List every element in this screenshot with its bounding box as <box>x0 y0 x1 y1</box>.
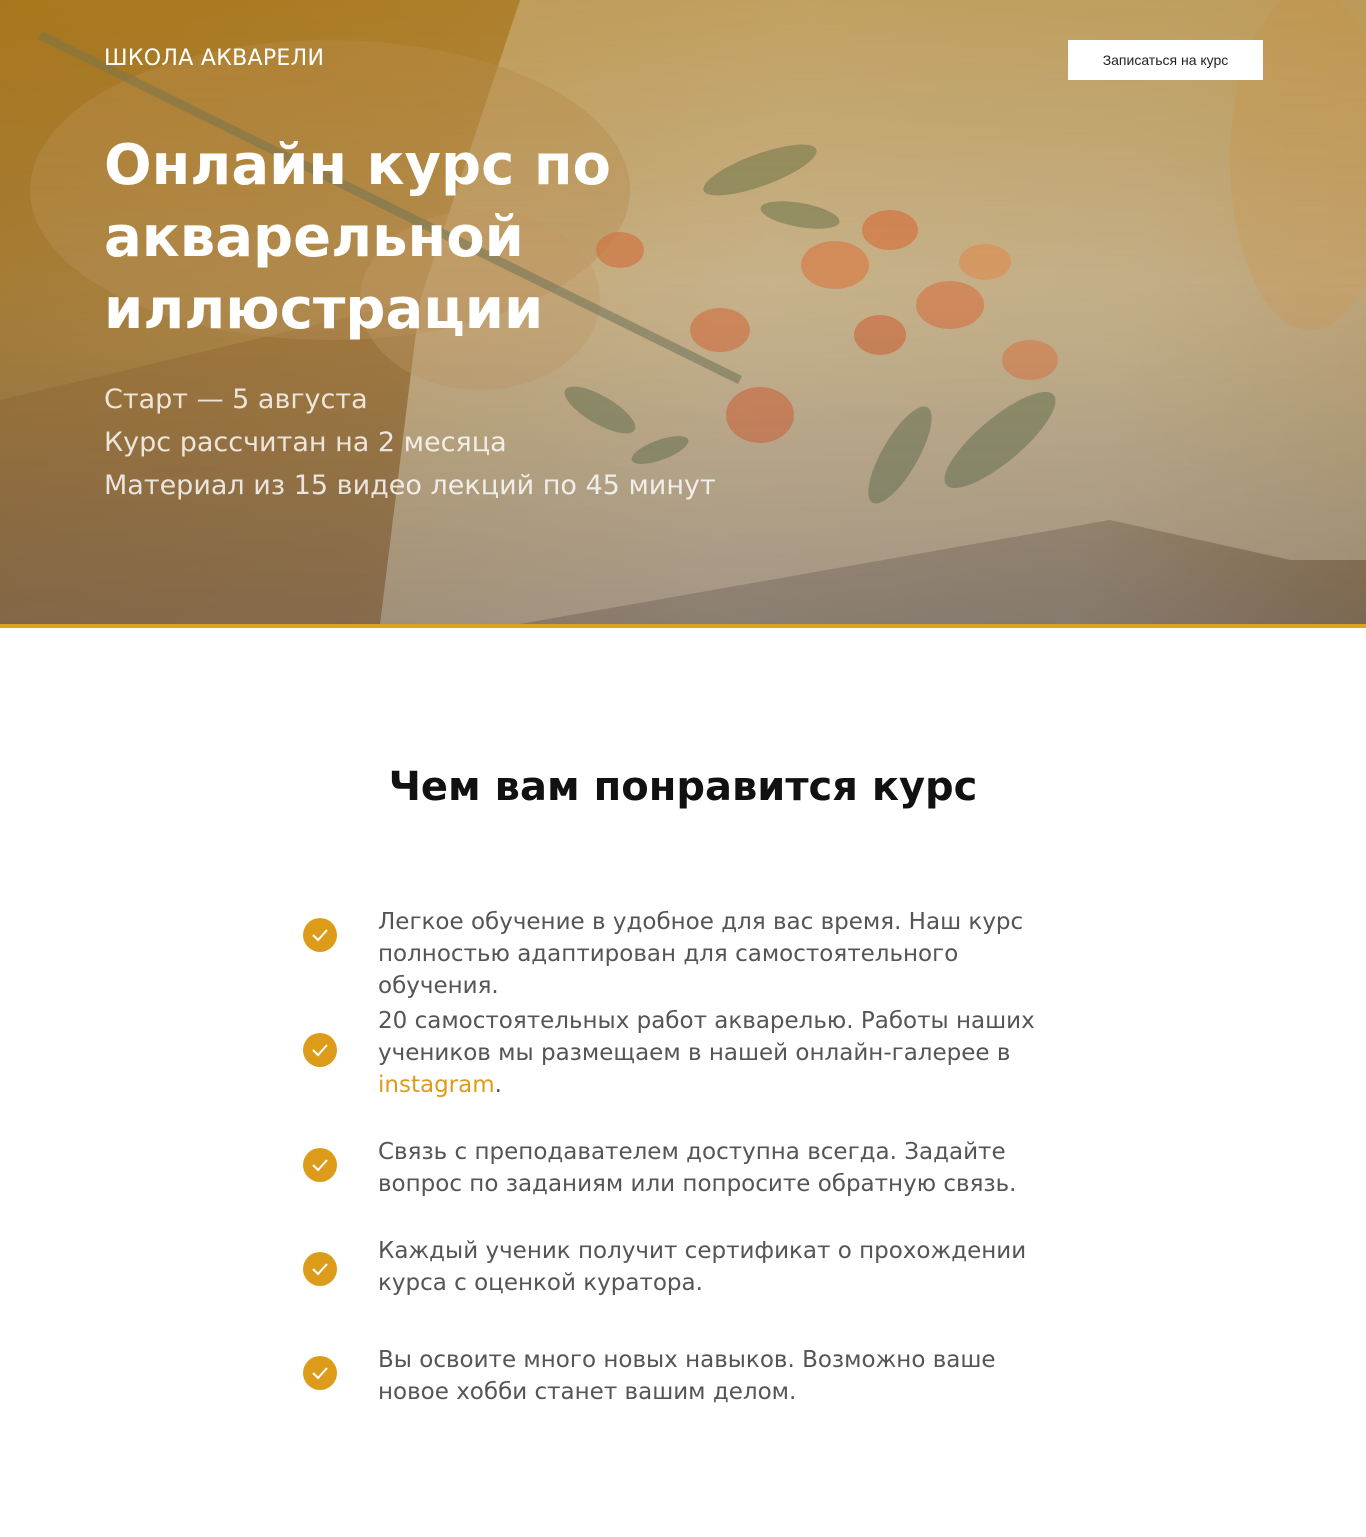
hero-divider <box>0 624 1366 628</box>
benefit-text: 20 самостоятельных работ акварелью. Рабо… <box>378 1005 1068 1101</box>
check-icon <box>303 1356 337 1390</box>
enroll-button[interactable]: Записаться на курс <box>1068 40 1263 80</box>
benefit-text-after: . <box>494 1072 502 1098</box>
benefit-text: Вы освоите много новых навыков. Возможно… <box>378 1347 996 1405</box>
benefit-text: Легкое обучение в удобное для вас время.… <box>378 909 1024 999</box>
hero-fact-start: Старт — 5 августа <box>104 384 368 415</box>
hero-fact-duration: Курс рассчитан на 2 месяца <box>104 427 507 458</box>
check-icon <box>303 1033 337 1067</box>
check-icon <box>303 1252 337 1286</box>
site-logo[interactable]: ШКОЛА АКВАРЕЛИ <box>104 46 324 71</box>
benefit-text: Связь с преподавателем доступна всегда. … <box>378 1139 1017 1197</box>
benefit-text: Каждый ученик получит сертификат о прохо… <box>378 1238 1027 1296</box>
hero-facts: Старт — 5 августа Курс рассчитан на 2 ме… <box>104 378 804 507</box>
hero-title: Онлайн курс по акварельной иллюстрации <box>104 133 611 342</box>
instagram-link[interactable]: instagram <box>378 1072 495 1098</box>
hero-section: ШКОЛА АКВАРЕЛИ Записаться на курс Онлайн… <box>0 0 1366 624</box>
check-icon <box>303 1148 337 1182</box>
hero-fact-materials: Материал из 15 видео лекций по 45 минут <box>104 470 716 501</box>
benefit-text-before: 20 самостоятельных работ акварелью. Рабо… <box>378 1008 1035 1066</box>
benefits-title: Чем вам понравится курс <box>388 764 978 810</box>
check-icon <box>303 918 337 952</box>
